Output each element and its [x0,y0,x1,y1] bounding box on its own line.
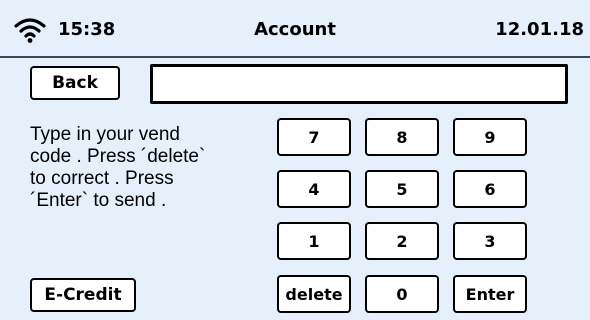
instructions-text: Type in your vend code . Press ´delete` … [30,124,206,211]
key-3[interactable]: 3 [453,222,527,260]
key-2[interactable]: 2 [365,222,439,260]
enter-button[interactable]: Enter [453,275,527,313]
key-1[interactable]: 1 [277,222,351,260]
key-7[interactable]: 7 [277,118,351,156]
back-button[interactable]: Back [30,66,120,100]
delete-button[interactable]: delete [277,275,351,313]
key-5[interactable]: 5 [365,170,439,208]
key-9[interactable]: 9 [453,118,527,156]
key-4[interactable]: 4 [277,170,351,208]
e-credit-button[interactable]: E-Credit [30,278,136,312]
status-date: 12.01.18 [495,19,584,40]
header-divider [0,56,590,58]
key-8[interactable]: 8 [365,118,439,156]
status-bar: 15:38 Account 12.01.18 [0,0,590,56]
vend-code-input[interactable] [150,64,568,104]
key-0[interactable]: 0 [365,275,439,313]
vend-code-screen: 15:38 Account 12.01.18 Back Type in your… [0,0,590,320]
key-6[interactable]: 6 [453,170,527,208]
